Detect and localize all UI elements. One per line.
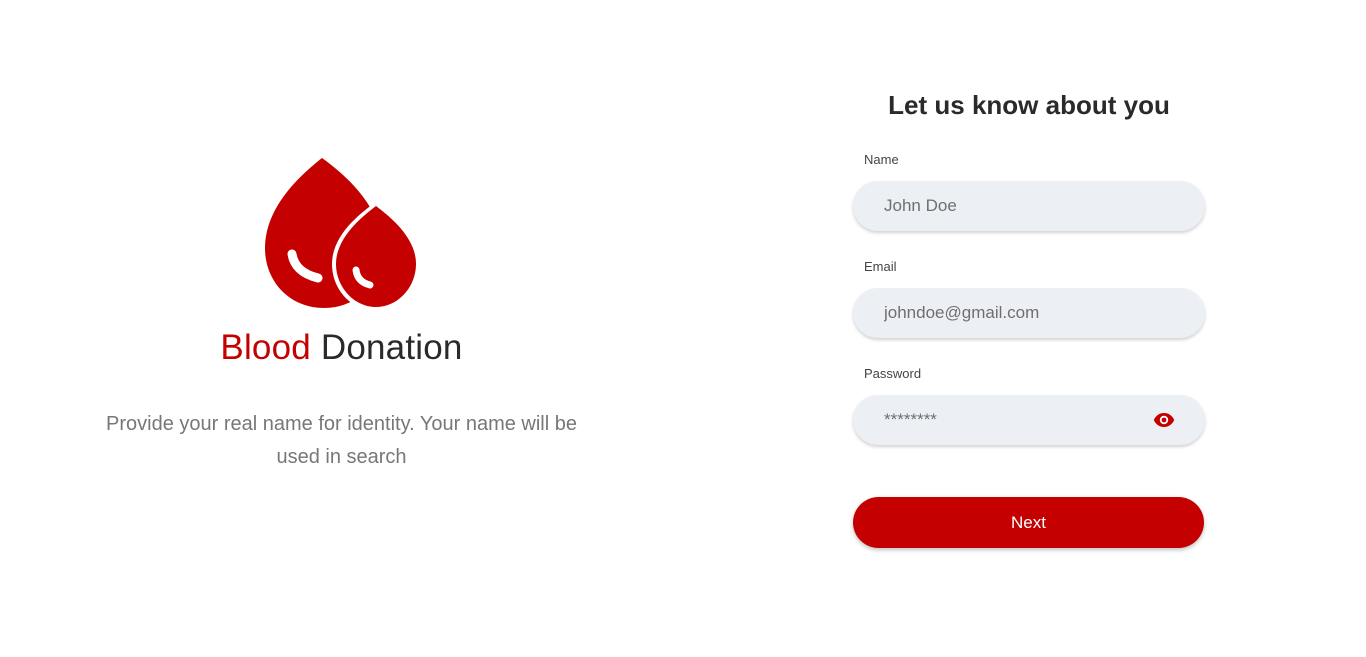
- name-label: Name: [864, 152, 899, 167]
- brand-title-rest: Donation: [310, 328, 463, 367]
- password-field-wrapper: [853, 395, 1205, 445]
- email-field-wrapper: [853, 288, 1205, 338]
- next-button[interactable]: Next: [853, 497, 1204, 548]
- name-field-wrapper: [853, 181, 1205, 231]
- brand-description: Provide your real name for identity. You…: [106, 413, 577, 468]
- email-label: Email: [864, 259, 897, 274]
- blood-drops-icon: [265, 158, 420, 311]
- signup-page: Blood Donation Provide your real name fo…: [0, 0, 1366, 657]
- name-input[interactable]: [853, 181, 1205, 231]
- password-label: Password: [864, 366, 922, 381]
- email-input[interactable]: [853, 288, 1205, 338]
- brand-title: Blood Donation: [0, 328, 683, 368]
- form-title: Let us know about you: [888, 90, 1170, 120]
- brand-panel: Blood Donation Provide your real name fo…: [0, 0, 683, 657]
- eye-icon[interactable]: [1153, 412, 1175, 428]
- brand-title-accent: Blood: [220, 328, 311, 367]
